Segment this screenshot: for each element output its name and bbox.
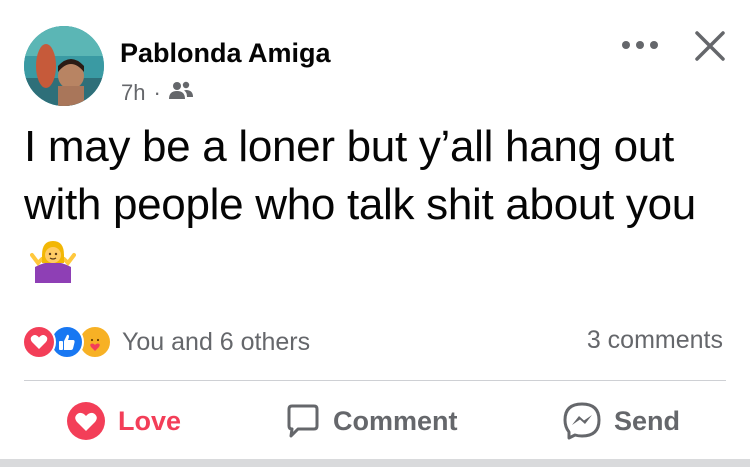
avatar-photo bbox=[24, 26, 104, 106]
post-card: Pablonda Amiga 7h · I may be a loner but… bbox=[0, 0, 750, 459]
love-button[interactable]: Love bbox=[66, 398, 181, 444]
post-body: I may be a loner but y’all hang out with… bbox=[24, 122, 696, 229]
close-icon bbox=[695, 31, 725, 61]
messenger-icon bbox=[563, 402, 601, 440]
friends-icon bbox=[168, 80, 193, 106]
comment-button[interactable]: Comment bbox=[285, 398, 458, 444]
woman-shrugging-emoji bbox=[30, 237, 76, 298]
author-name[interactable]: Pablonda Amiga bbox=[120, 38, 331, 69]
love-label: Love bbox=[118, 405, 182, 436]
close-button[interactable] bbox=[688, 26, 732, 66]
avatar[interactable] bbox=[24, 26, 104, 106]
bottom-separator bbox=[0, 459, 750, 467]
more-dots-icon bbox=[622, 41, 658, 49]
love-reaction-icon bbox=[22, 325, 56, 359]
reactions-summary[interactable]: You and 6 others bbox=[22, 324, 310, 360]
meta-separator: · bbox=[153, 80, 161, 105]
comment-label: Comment bbox=[333, 405, 458, 436]
reaction-count: You and 6 others bbox=[122, 327, 311, 356]
more-options-button[interactable] bbox=[617, 28, 663, 62]
divider bbox=[24, 380, 726, 381]
love-icon bbox=[67, 402, 105, 440]
send-button[interactable]: Send bbox=[562, 398, 680, 444]
post-meta: 7h · bbox=[121, 80, 193, 106]
comment-icon bbox=[287, 404, 319, 438]
send-label: Send bbox=[614, 405, 681, 436]
comments-count[interactable]: 3 comments bbox=[587, 326, 723, 355]
post-text: I may be a loner but y’all hang out with… bbox=[24, 118, 734, 298]
post-time[interactable]: 7h bbox=[121, 80, 145, 106]
